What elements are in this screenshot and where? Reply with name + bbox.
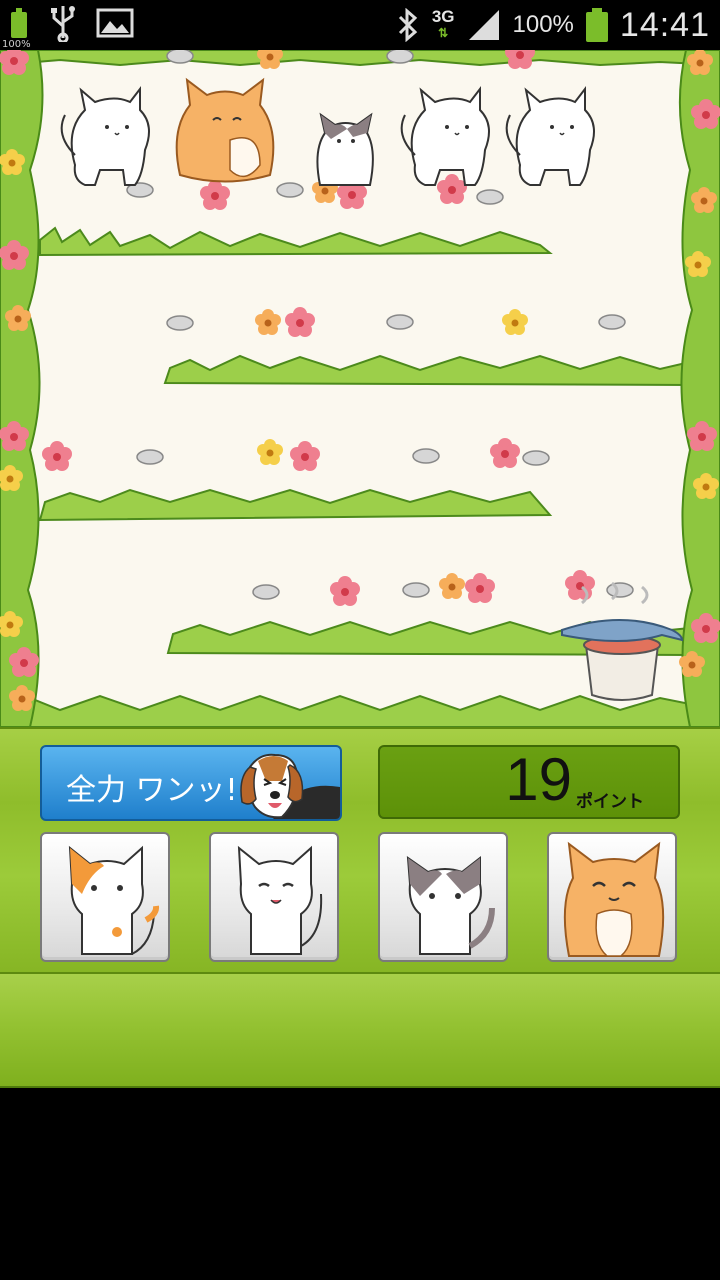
points-value: 19	[505, 746, 572, 813]
beagle-icon	[240, 753, 340, 819]
cat-white-1	[60, 88, 150, 186]
cat-white-2	[400, 88, 490, 186]
orange-cat-icon	[563, 841, 665, 957]
grass-row-3	[38, 488, 553, 522]
usb-icon	[51, 6, 75, 42]
calico-cat-button[interactable]	[40, 832, 170, 962]
network-type: 3G ⇅	[431, 7, 455, 40]
calico-cat-icon	[68, 845, 160, 955]
right-border	[678, 50, 720, 727]
points-unit: ポイント	[576, 792, 644, 812]
points-display: 19 ポイント	[378, 745, 680, 819]
left-border	[0, 50, 44, 727]
signal-icon	[468, 10, 499, 40]
dog-bark-button[interactable]: 全力 ワンッ!	[40, 745, 342, 821]
gray-cat-button[interactable]	[378, 832, 508, 962]
cat-white-3	[505, 88, 595, 186]
cat-gray	[316, 112, 374, 186]
gray-cat-icon	[406, 855, 495, 955]
image-icon	[96, 8, 134, 38]
white-cat-icon	[237, 845, 323, 955]
status-bar: 100% 3G ⇅ 100% 14:41	[0, 0, 720, 50]
battery-percent: 100%	[512, 11, 574, 38]
game-field[interactable]	[0, 50, 720, 727]
orange-cat-button[interactable]	[547, 832, 677, 962]
clock: 14:41	[619, 5, 710, 44]
white-cat-button[interactable]	[209, 832, 339, 962]
battery-icon	[585, 8, 608, 42]
cat-orange-fat	[175, 77, 275, 183]
dog-bark-label: 全力 ワンッ!	[66, 773, 238, 808]
grass-row-2	[163, 354, 691, 387]
bluetooth-icon	[398, 8, 418, 42]
grass-row-1	[39, 226, 553, 257]
battery-icon: 100%	[2, 8, 31, 50]
bottom-panel	[0, 972, 720, 1088]
battery-small-percent: 100%	[2, 39, 31, 50]
